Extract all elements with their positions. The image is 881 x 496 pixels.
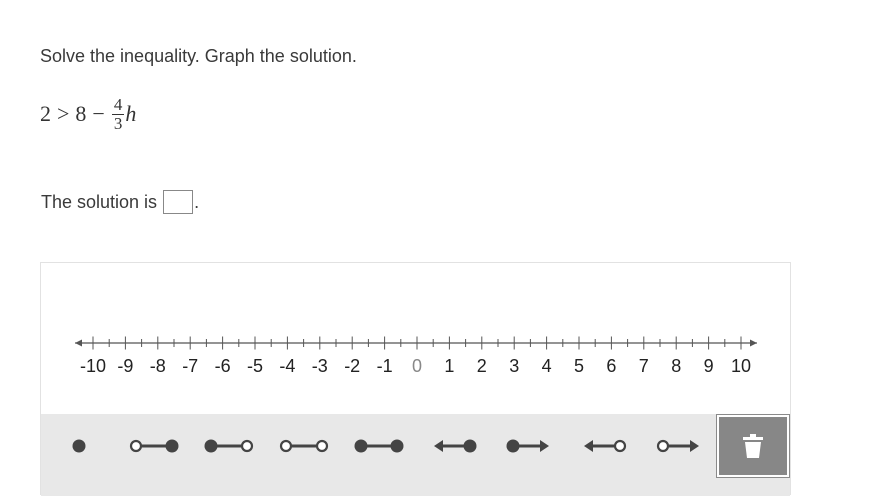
coefficient-fraction: 4 3 xyxy=(111,94,125,133)
tick-label: 0 xyxy=(412,356,422,376)
right-ray-open-tool[interactable] xyxy=(649,428,709,464)
open-dot xyxy=(129,439,143,453)
tick-label: 6 xyxy=(606,356,616,376)
closed-closed-segment-icon xyxy=(354,439,404,453)
right-arrow-icon xyxy=(750,339,757,347)
open-open-segment-tool[interactable] xyxy=(274,428,334,464)
inequality-relation: > xyxy=(57,101,70,126)
tick-label: 8 xyxy=(671,356,681,376)
delete-button[interactable] xyxy=(716,414,790,478)
solution-answer-box[interactable] xyxy=(163,190,194,214)
closed-dot xyxy=(165,439,179,453)
tick-label: -3 xyxy=(312,356,328,376)
tick-label: -7 xyxy=(182,356,198,376)
fraction-denominator: 3 xyxy=(111,113,125,133)
inequality-operator: − xyxy=(92,101,105,126)
tick-label: -10 xyxy=(80,356,106,376)
inequality-left: 2 xyxy=(40,101,51,126)
open-dot xyxy=(315,439,329,453)
tick-label: 5 xyxy=(574,356,584,376)
right-ray-closed-tool[interactable] xyxy=(499,428,559,464)
inequality-variable: h xyxy=(125,101,137,126)
closed-closed-segment-tool[interactable] xyxy=(349,428,409,464)
solution-suffix: . xyxy=(194,191,200,212)
closed-dot xyxy=(72,439,86,453)
solution-sentence: The solution is . xyxy=(41,190,199,214)
open-dot xyxy=(279,439,293,453)
right-ray-closed-icon xyxy=(506,439,549,453)
open-dot xyxy=(613,439,627,453)
left-arrowhead xyxy=(584,440,593,452)
instructions: Solve the inequality. Graph the solution… xyxy=(40,46,357,66)
left-ray-closed-tool[interactable] xyxy=(424,428,484,464)
closed-dot xyxy=(463,439,477,453)
open-open-segment-icon xyxy=(279,439,329,453)
fraction-numerator: 4 xyxy=(113,94,123,114)
right-ray-open-icon xyxy=(656,439,699,453)
closed-open-segment-tool[interactable] xyxy=(199,428,259,464)
tick-label: -5 xyxy=(247,356,263,376)
open-dot xyxy=(240,439,254,453)
open-closed-segment-icon xyxy=(129,439,179,453)
tick-label: -9 xyxy=(117,356,133,376)
inequality-constant: 8 xyxy=(75,101,87,126)
tick-label: 7 xyxy=(639,356,649,376)
left-ray-closed-icon xyxy=(434,439,477,453)
closed-point-icon xyxy=(72,439,86,453)
closed-dot xyxy=(204,439,218,453)
trash-icon xyxy=(743,434,763,458)
closed-dot xyxy=(354,439,368,453)
number-line[interactable]: -10 -9 -8 -7 -6 -5 -4 -3 -2 -1 0 1 2 3 4 5 6 7 8 9 10 xyxy=(41,263,790,414)
left-ray-open-icon xyxy=(584,439,627,453)
tick-label: 3 xyxy=(509,356,519,376)
closed-dot xyxy=(390,439,404,453)
right-arrowhead xyxy=(540,440,549,452)
tick-label: -2 xyxy=(344,356,360,376)
left-arrow-icon xyxy=(75,339,82,347)
open-closed-segment-tool[interactable] xyxy=(124,428,184,464)
tick-label: -1 xyxy=(377,356,393,376)
tick-label: 10 xyxy=(731,356,751,376)
tick-label: 9 xyxy=(704,356,714,376)
tick-label: -8 xyxy=(150,356,166,376)
graph-panel: -10 -9 -8 -7 -6 -5 -4 -3 -2 -1 0 1 2 3 4 5 6 7 8 9 10 xyxy=(40,262,791,496)
left-arrowhead xyxy=(434,440,443,452)
left-ray-open-tool[interactable] xyxy=(574,428,634,464)
tick-label: -4 xyxy=(279,356,295,376)
tick-label: 1 xyxy=(444,356,454,376)
point-tool[interactable] xyxy=(49,428,109,464)
tick-label: -6 xyxy=(215,356,231,376)
tick-label: 2 xyxy=(477,356,487,376)
closed-open-segment-icon xyxy=(204,439,254,453)
tick-label: 4 xyxy=(542,356,552,376)
inequality-expression: 2 > 8 − 4 3 h xyxy=(40,92,136,136)
solution-prefix: The solution is xyxy=(41,191,158,212)
closed-dot xyxy=(506,439,520,453)
right-arrowhead xyxy=(690,440,699,452)
graph-toolbar xyxy=(41,414,790,496)
open-dot xyxy=(656,439,670,453)
